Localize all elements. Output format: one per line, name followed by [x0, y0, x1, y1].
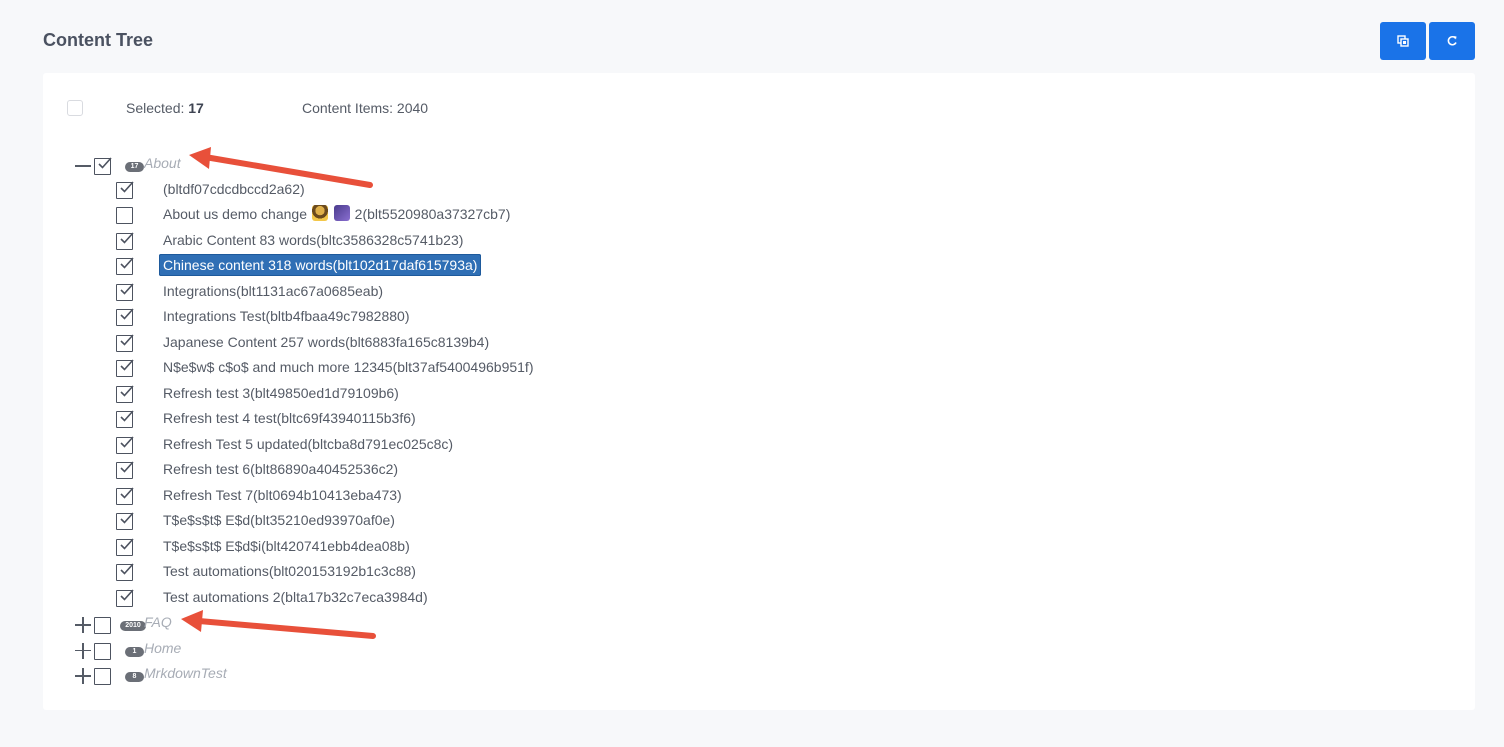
collapse-toggle-icon[interactable] [75, 158, 91, 174]
refresh-button[interactable] [1429, 22, 1475, 60]
group-checkbox[interactable] [94, 157, 112, 175]
person-emoji-icon [311, 205, 328, 221]
item-checkbox[interactable] [116, 308, 134, 326]
tree-item-row: Refresh test 3(blt49850ed1d79109b6) [43, 382, 643, 407]
content-item-label[interactable]: T$e$s$t$ E$d$i(blt420741ebb4dea08b) [159, 535, 414, 557]
tree-group-row: 17 About [43, 154, 643, 179]
item-checkbox[interactable] [116, 180, 134, 199]
tree-item-row: Chinese content 318 words(blt102d17daf61… [43, 254, 643, 279]
tree-item-row: Test automations 2(blta17b32c7eca3984d) [43, 586, 643, 611]
tree-item-row: Arabic Content 83 words(bltc3586328c5741… [43, 229, 643, 254]
item-checkbox[interactable] [116, 435, 134, 454]
expand-toggle-icon[interactable] [75, 668, 91, 684]
tree-item-row: (bltdf07cdcdbccd2a62) [43, 178, 643, 203]
item-checkbox[interactable] [116, 359, 134, 377]
group-label[interactable]: Home [144, 640, 181, 656]
content-item-label[interactable]: Arabic Content 83 words(bltc3586328c5741… [159, 229, 467, 251]
item-checkbox[interactable] [116, 282, 134, 301]
selected-count-label: Selected: 17 [126, 100, 204, 116]
refresh-icon [1447, 35, 1457, 46]
item-checkbox[interactable] [116, 207, 133, 224]
item-checkbox[interactable] [116, 384, 134, 403]
group-checkbox[interactable] [94, 642, 111, 660]
item-checkbox[interactable] [116, 588, 134, 607]
content-item-label[interactable]: N$e$w$ c$o$ and much more 12345(blt37af5… [159, 356, 538, 378]
content-item-label[interactable]: Test automations(blt020153192b1c3c88) [159, 560, 420, 582]
tree-item-row: Integrations Test(bltb4fbaa49c7982880) [43, 305, 643, 330]
content-item-label[interactable]: Refresh Test 7(blt0694b10413eba473) [159, 484, 406, 506]
content-item-label[interactable]: Chinese content 318 words(blt102d17daf61… [159, 254, 482, 276]
group-label[interactable]: MrkdownTest [144, 665, 227, 681]
content-item-label[interactable]: Refresh test 3(blt49850ed1d79109b6) [159, 382, 403, 404]
toolbar [1380, 22, 1475, 60]
item-label-suffix: 2(blt5520980a37327cb7) [350, 206, 511, 222]
item-checkbox[interactable] [116, 563, 134, 581]
tree-group-row: 2010 FAQ [43, 613, 643, 638]
page-title: Content Tree [43, 30, 154, 50]
content-item-label[interactable]: Japanese Content 257 words(blt6883fa165c… [159, 331, 493, 353]
tree-summary: Selected: 17 Content Items: 2040 [67, 99, 428, 117]
content-item-label[interactable]: About us demo change 2(blt5520980a37327c… [159, 203, 514, 225]
select-all-checkbox[interactable] [67, 100, 83, 116]
content-item-label[interactable]: (bltdf07cdcdbccd2a62) [159, 178, 309, 200]
tree-item-row: Test automations(blt020153192b1c3c88) [43, 560, 643, 585]
content-item-label[interactable]: T$e$s$t$ E$d(blt35210ed93970af0e) [159, 509, 399, 531]
tree-item-row: Integrations(blt1131ac67a0685eab) [43, 280, 643, 305]
content-items-count: Content Items: 2040 [302, 100, 429, 116]
content-item-label[interactable]: Refresh test 4 test(bltc69f43940115b3f6) [159, 407, 420, 429]
tree-item-row: Refresh Test 5 updated(bltcba8d791ec025c… [43, 433, 643, 458]
item-checkbox[interactable] [116, 333, 134, 352]
item-checkbox[interactable] [116, 231, 134, 250]
content-tree-panel: Selected: 17 Content Items: 2040 17 About… [43, 73, 1475, 710]
group-count-badge: 17 [125, 162, 144, 172]
selected-count: 17 [188, 100, 204, 116]
tree-item-row: Refresh test 6(blt86890a40452536c2) [43, 458, 643, 483]
content-item-label[interactable]: Test automations 2(blta17b32c7eca3984d) [159, 586, 432, 608]
tree-item-row: Japanese Content 257 words(blt6883fa165c… [43, 331, 643, 356]
item-checkbox[interactable] [116, 512, 134, 530]
tree-item-row: N$e$w$ c$o$ and much more 12345(blt37af5… [43, 356, 643, 381]
item-checkbox[interactable] [116, 486, 134, 505]
tree-item-row: Refresh Test 7(blt0694b10413eba473) [43, 484, 643, 509]
item-checkbox[interactable] [116, 410, 134, 428]
item-checkbox[interactable] [116, 257, 134, 275]
copy-button[interactable] [1380, 22, 1426, 60]
group-count-badge: 2010 [120, 621, 146, 631]
music-emoji-icon [333, 205, 350, 221]
item-label-prefix: About us demo change [163, 206, 311, 222]
group-label[interactable]: About [144, 155, 181, 171]
content-item-label[interactable]: Integrations(blt1131ac67a0685eab) [159, 280, 387, 302]
group-count-badge: 1 [125, 646, 144, 657]
group-count-badge: 8 [125, 672, 144, 682]
copy-icon [1397, 35, 1409, 47]
item-checkbox[interactable] [116, 461, 134, 479]
content-item-label[interactable]: Refresh test 6(blt86890a40452536c2) [159, 458, 402, 480]
group-label[interactable]: FAQ [144, 614, 172, 630]
tree-item-row: T$e$s$t$ E$d(blt35210ed93970af0e) [43, 509, 643, 534]
content-item-label[interactable]: Refresh Test 5 updated(bltcba8d791ec025c… [159, 433, 457, 455]
expand-toggle-icon[interactable] [75, 642, 91, 659]
expand-toggle-icon[interactable] [75, 617, 91, 633]
content-item-label[interactable]: Integrations Test(bltb4fbaa49c7982880) [159, 305, 413, 327]
item-checkbox[interactable] [116, 537, 134, 556]
tree-item-row: Refresh test 4 test(bltc69f43940115b3f6) [43, 407, 643, 432]
tree-item-row: About us demo change 2(blt5520980a37327c… [43, 203, 643, 228]
tree-item-row: T$e$s$t$ E$d$i(blt420741ebb4dea08b) [43, 535, 643, 560]
group-checkbox[interactable] [94, 668, 111, 685]
tree-group-row: 1 Home [43, 639, 643, 664]
tree-group-row: 8 MrkdownTest [43, 664, 643, 689]
group-checkbox[interactable] [94, 617, 111, 634]
